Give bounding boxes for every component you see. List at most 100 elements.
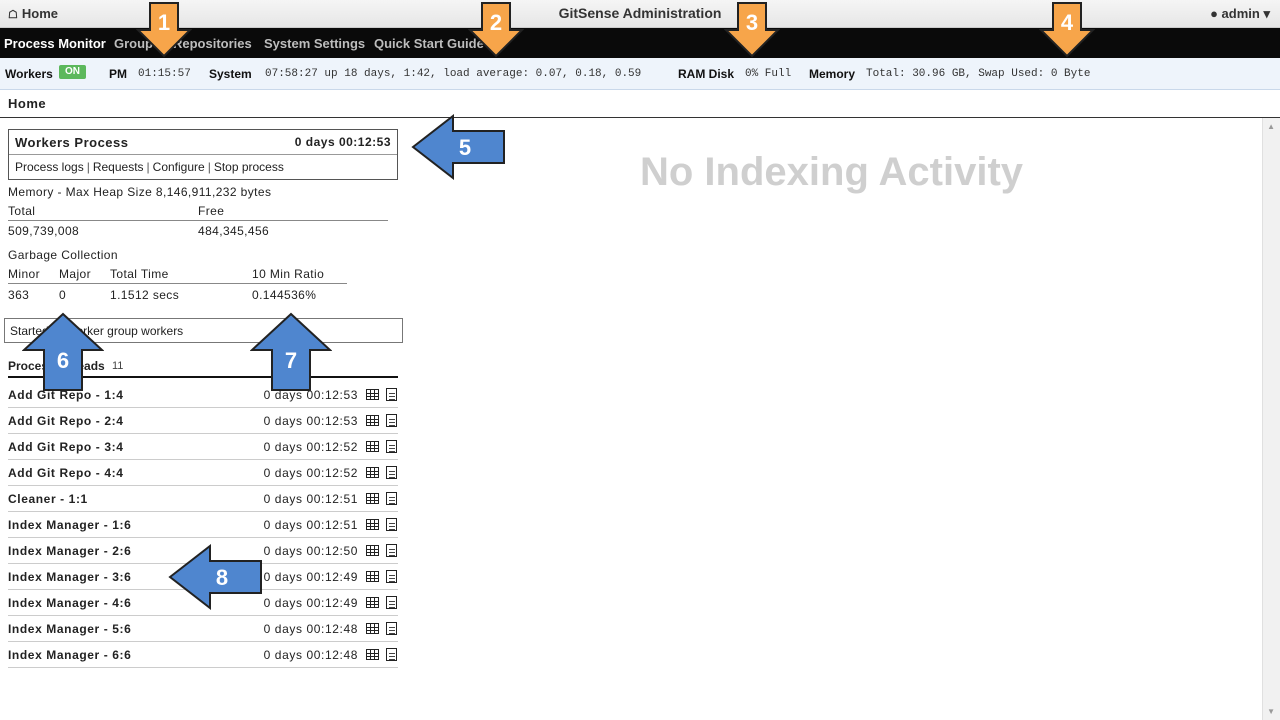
memory-free-label: Free — [198, 204, 225, 218]
callout-arrow-down: 3 — [724, 2, 780, 58]
callout-arrow-down: 1 — [136, 2, 192, 58]
memory-label: Memory — [809, 67, 856, 81]
workers-process-header: Workers Process 0 days 00:12:53 — [9, 130, 397, 155]
log-file-icon[interactable] — [386, 518, 397, 531]
thread-name: Index Manager - 4:6 — [8, 596, 132, 610]
table-icon[interactable] — [366, 649, 379, 660]
log-file-icon[interactable] — [386, 492, 397, 505]
thread-row: Add Git Repo - 4:4 0 days 00:12:52 — [8, 460, 398, 486]
callout-number: 6 — [57, 348, 69, 373]
log-file-icon[interactable] — [386, 544, 397, 557]
callout-number: 8 — [216, 565, 228, 590]
callout-number: 5 — [459, 135, 471, 160]
log-file-icon[interactable] — [386, 648, 397, 661]
gc-header-ratio: 10 Min Ratio — [252, 267, 325, 281]
thread-row: Index Manager - 5:6 0 days 00:12:48 — [8, 616, 398, 642]
callout-number: 3 — [746, 10, 758, 35]
caret-down-icon: ▾ — [1263, 6, 1270, 21]
callout-number: 2 — [490, 10, 502, 35]
gc-header-major: Major — [59, 267, 92, 281]
breadcrumb: Home — [8, 96, 47, 111]
configure-link[interactable]: Configure — [153, 160, 205, 174]
table-icon[interactable] — [366, 467, 379, 478]
scrollbar[interactable] — [1262, 118, 1280, 720]
log-file-icon[interactable] — [386, 596, 397, 609]
scroll-up-icon[interactable]: ▲ — [1267, 122, 1275, 131]
workers-process-panel: Workers Process 0 days 00:12:53 Process … — [8, 129, 398, 180]
thread-name: Index Manager - 3:6 — [8, 570, 132, 584]
workers-process-title: Workers Process — [15, 135, 129, 150]
thread-name: Cleaner - 1:1 — [8, 492, 88, 506]
thread-uptime: 0 days 00:12:48 — [263, 648, 358, 662]
table-icon[interactable] — [366, 597, 379, 608]
workers-process-uptime: 0 days 00:12:53 — [294, 135, 391, 149]
system-value: 07:58:27 up 18 days, 1:42, load average:… — [265, 68, 642, 80]
ram-disk-label: RAM Disk — [678, 67, 735, 81]
thread-row: Index Manager - 1:6 0 days 00:12:51 — [8, 512, 398, 538]
gc-total-time-value: 1.1512 secs — [110, 288, 180, 302]
gc-ratio-value: 0.144536% — [252, 288, 317, 302]
no-indexing-activity: No Indexing Activity — [640, 150, 1024, 194]
stop-process-link[interactable]: Stop process — [214, 160, 284, 174]
header-divider — [0, 117, 1280, 118]
gc-minor-value: 363 — [8, 288, 30, 302]
thread-name: Add Git Repo - 4:4 — [8, 466, 124, 480]
thread-name: Index Manager - 5:6 — [8, 622, 132, 636]
log-file-icon[interactable] — [386, 622, 397, 635]
thread-uptime: 0 days 00:12:49 — [263, 596, 358, 610]
table-icon[interactable] — [366, 493, 379, 504]
workers-label: Workers — [5, 67, 53, 81]
requests-link[interactable]: Requests — [93, 160, 144, 174]
log-file-icon[interactable] — [386, 440, 397, 453]
thread-uptime: 0 days 00:12:48 — [263, 622, 358, 636]
thread-uptime: 0 days 00:12:52 — [263, 440, 358, 454]
thread-uptime: 0 days 00:12:51 — [263, 518, 358, 532]
table-icon[interactable] — [366, 389, 379, 400]
gc-heading: Garbage Collection — [8, 248, 118, 262]
ram-disk-value: 0% Full — [745, 68, 792, 80]
thread-name: Index Manager - 1:6 — [8, 518, 132, 532]
table-icon[interactable] — [366, 415, 379, 426]
log-file-icon[interactable] — [386, 466, 397, 479]
thread-uptime: 0 days 00:12:49 — [263, 570, 358, 584]
table-icon[interactable] — [366, 519, 379, 530]
table-icon[interactable] — [366, 545, 379, 556]
thread-name: Add Git Repo - 2:4 — [8, 414, 124, 428]
system-label: System — [209, 67, 252, 81]
memory-heading: Memory - Max Heap Size 8,146,911,232 byt… — [8, 185, 272, 199]
user-menu[interactable]: ● admin ▾ — [1210, 6, 1270, 22]
log-file-icon[interactable] — [386, 570, 397, 583]
table-icon[interactable] — [366, 571, 379, 582]
memory-total-value: 509,739,008 — [8, 224, 80, 238]
process-logs-link[interactable]: Process logs — [15, 160, 84, 174]
threads-count: 11 — [112, 360, 124, 372]
log-file-icon[interactable] — [386, 388, 397, 401]
thread-name: Add Git Repo - 3:4 — [8, 440, 124, 454]
table-icon[interactable] — [366, 623, 379, 634]
callout-number: 4 — [1061, 10, 1074, 35]
thread-uptime: 0 days 00:12:52 — [263, 466, 358, 480]
memory-free-value: 484,345,456 — [198, 224, 270, 238]
memory-total-label: Total — [8, 204, 36, 218]
thread-name: Index Manager - 2:6 — [8, 544, 132, 558]
callout-arrow-down: 4 — [1039, 2, 1095, 58]
workers-status-badge[interactable]: ON — [59, 65, 86, 79]
callout-arrow-left: 5 — [411, 114, 505, 180]
memory-value: Total: 30.96 GB, Swap Used: 0 Byte — [866, 68, 1091, 80]
log-file-icon[interactable] — [386, 414, 397, 427]
thread-row: Add Git Repo - 2:4 0 days 00:12:53 — [8, 408, 398, 434]
user-icon: ● — [1210, 6, 1218, 21]
thread-uptime: 0 days 00:12:50 — [263, 544, 358, 558]
memory-divider — [8, 220, 388, 221]
callout-number: 7 — [285, 348, 297, 373]
callout-number: 1 — [158, 10, 170, 35]
workers-process-links: Process logs | Requests | Configure | Stop pro… — [15, 160, 284, 174]
scroll-down-icon[interactable]: ▼ — [1267, 707, 1275, 716]
gc-header-total-time: Total Time — [110, 267, 169, 281]
table-icon[interactable] — [366, 441, 379, 452]
callout-arrow-down: 2 — [468, 2, 524, 58]
pm-value: 01:15:57 — [138, 68, 191, 80]
gc-major-value: 0 — [59, 288, 67, 302]
nav-system-settings[interactable]: System Settings — [264, 36, 365, 51]
nav-process-monitor[interactable]: Process Monitor — [4, 36, 106, 51]
